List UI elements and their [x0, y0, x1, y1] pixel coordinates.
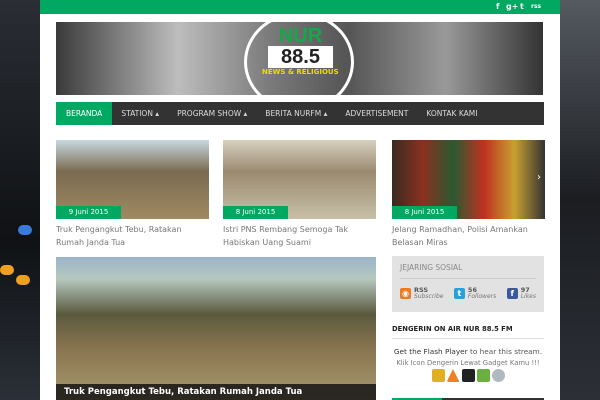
- featured-story[interactable]: Truk Pengangkut Tebu, Ratakan Rumah Jand…: [56, 257, 376, 400]
- stream-heading: DENGERIN ON AIR NUR 88.5 FM: [392, 325, 544, 339]
- winamp-icon[interactable]: [431, 369, 445, 382]
- android-icon[interactable]: [476, 369, 490, 382]
- logo-brand: NUR: [278, 25, 323, 47]
- main-nav: BERANDA STATION ▴ PROGRAM SHOW ▴ BERITA …: [56, 102, 544, 125]
- background-left: [0, 0, 40, 400]
- nav-berita-nurfm[interactable]: BERITA NURFM ▴: [256, 102, 336, 125]
- nav-beranda[interactable]: BERANDA: [56, 102, 113, 125]
- news-title[interactable]: Truk Pengangkut Tebu, Ratakan Rumah Jand…: [56, 223, 209, 249]
- logo-tagline: NEWS & RELIGIOUS: [262, 68, 339, 76]
- app-icons: [392, 369, 544, 382]
- decor: [0, 265, 14, 275]
- facebook-icon: f: [506, 288, 518, 299]
- featured-title[interactable]: Truk Pengangkut Tebu, Ratakan Rumah Jand…: [56, 384, 376, 400]
- decor: [16, 275, 30, 285]
- nav-program-show[interactable]: PROGRAM SHOW ▴: [168, 102, 256, 125]
- background-right: [560, 0, 600, 400]
- social-heading: JEJARING SOSIAL: [400, 263, 536, 279]
- twitter-icon[interactable]: t: [520, 2, 524, 11]
- nav-kontak-kami[interactable]: KONTAK KAMI: [417, 102, 486, 125]
- vlc-icon[interactable]: [446, 369, 460, 382]
- flash-text: to hear this stream.: [467, 347, 543, 356]
- news-title[interactable]: Jelang Ramadhan, Polisi Amankan Belasan …: [392, 223, 545, 249]
- news-image[interactable]: › 8 Juni 2015: [392, 140, 545, 219]
- social-label: Followers: [467, 293, 497, 300]
- news-card[interactable]: › 8 Juni 2015 Jelang Ramadhan, Polisi Am…: [392, 140, 545, 249]
- nav-advertisement[interactable]: ADVERTISEMENT: [336, 102, 417, 125]
- decor: [18, 225, 32, 235]
- gadget-text: Klik Icon Dengerin Lewat Gadget Kamu !!!: [396, 359, 540, 367]
- nav-station[interactable]: STATION ▴: [112, 102, 168, 125]
- top-bar: f g+ t rss: [40, 0, 560, 14]
- news-card[interactable]: 8 Juni 2015 Istri PNS Rembang Semoga Tak…: [223, 140, 376, 249]
- news-card[interactable]: 9 Juni 2015 Truk Pengangkut Tebu, Rataka…: [56, 140, 209, 249]
- stream-text: Get the Flash Player to hear this stream…: [392, 346, 544, 369]
- social-facebook[interactable]: f 97 Likes: [506, 287, 536, 300]
- logo-frequency: 88.5: [268, 46, 333, 68]
- rss-icon[interactable]: rss: [531, 3, 541, 10]
- news-date: 9 Juni 2015: [56, 206, 121, 219]
- facebook-icon[interactable]: f: [496, 2, 499, 11]
- news-title[interactable]: Istri PNS Rembang Semoga Tak Habiskan Ua…: [223, 223, 376, 249]
- apple-icon[interactable]: [491, 369, 505, 382]
- blackberry-icon[interactable]: [461, 369, 475, 382]
- social-rss[interactable]: ◉ RSS Subscribe: [400, 287, 443, 300]
- news-image[interactable]: 9 Juni 2015: [56, 140, 209, 219]
- news-date: 8 Juni 2015: [223, 206, 288, 219]
- news-image[interactable]: 8 Juni 2015: [223, 140, 376, 219]
- page: f g+ t rss NUR 88.5 NEWS & RELIGIOUS BER…: [40, 0, 560, 400]
- news-date: 8 Juni 2015: [392, 206, 457, 219]
- google-plus-icon[interactable]: g+: [506, 2, 518, 11]
- header-banner[interactable]: NUR 88.5 NEWS & RELIGIOUS: [56, 22, 543, 95]
- social-twitter[interactable]: t 56 Followers: [453, 287, 497, 300]
- carousel-next-icon[interactable]: ›: [537, 172, 541, 183]
- social-label: Likes: [520, 293, 536, 300]
- social-label: Subscribe: [414, 293, 444, 300]
- site-logo[interactable]: NUR 88.5 NEWS & RELIGIOUS: [262, 25, 339, 76]
- flash-player-link[interactable]: Get the Flash Player: [394, 347, 468, 356]
- twitter-icon: t: [453, 288, 465, 299]
- rss-icon: ◉: [400, 288, 411, 299]
- social-widget: JEJARING SOSIAL ◉ RSS Subscribe t 56 Follo…: [392, 256, 544, 312]
